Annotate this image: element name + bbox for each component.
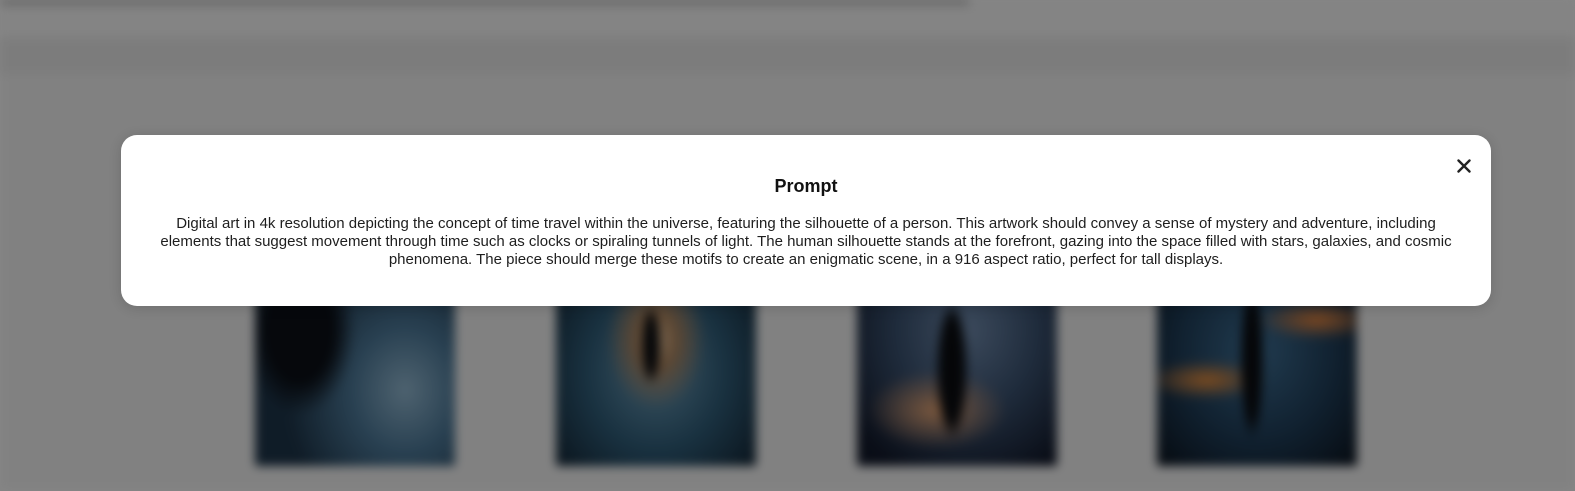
modal-title: Prompt: [774, 176, 838, 196]
prompt-modal: Prompt Digital art in 4k resolution depi…: [121, 135, 1491, 306]
close-icon: [1457, 159, 1471, 173]
prompt-text: Digital art in 4k resolution depicting t…: [160, 215, 1452, 268]
